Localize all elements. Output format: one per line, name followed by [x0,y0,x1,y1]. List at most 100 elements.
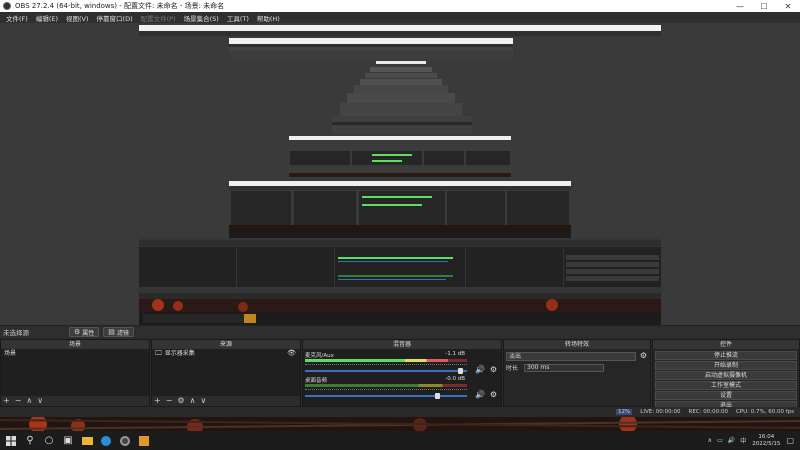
controls-buttons: 停止推流 开始录制 启动虚拟摄像机 工作室模式 设置 退出 [653,350,799,411]
edge-browser-icon[interactable] [98,433,114,449]
obs-taskbar-icon[interactable] [117,433,133,449]
scenes-dock-title: 场景 [1,340,149,349]
volume-slider[interactable] [305,393,467,399]
gear-icon: ⚙ [74,328,81,336]
windows-taskbar: ⚲ ○ ▣ ∧ ▭ 🔊 中 16:04 2022/5/15 ▢ [0,431,800,450]
start-virtual-camera-button[interactable]: 启动虚拟摄像机 [655,371,797,380]
channel-db: -0.0 dB [445,376,465,382]
menu-view[interactable]: 视图(V) [62,13,93,23]
menu-edit[interactable]: 编辑(E) [32,13,62,23]
start-recording-button[interactable]: 开始录制 [655,361,797,370]
volume-slider[interactable] [305,368,467,374]
volume-icon[interactable]: 🔊 [728,437,735,444]
audio-mixer-dock: 混音器 麦克风/Aux -1.1 dB 🔊 ⚙ 桌面音频 -0.0 dB 🔊 ⚙ [302,339,502,407]
window-title: OBS 27.2.4 (64-bit, windows) - 配置文件: 未命名… [15,2,225,10]
filter-icon: ▤ [108,328,115,336]
menu-file[interactable]: 文件(F) [2,13,32,23]
duration-label: 时长 [506,365,519,372]
mixer-channel-desktop: 桌面音频 -0.0 dB 🔊 ⚙ [305,376,499,406]
video-app-icon[interactable]: ▣ [60,433,76,449]
cpu-fps: CPU: 0.7%, 60.00 fps [735,409,794,415]
dropped-frames: 12% [616,409,633,415]
meter-ticks [305,389,467,393]
sources-dock-footer: + − ⚙ ∧ ∨ [152,396,300,406]
menu-bar: 文件(F) 编辑(E) 视图(V) 停靠窗口(D) 配置文件(P) 场景集合(S… [0,12,800,23]
volume-meter [305,384,467,387]
system-tray: ∧ ▭ 🔊 中 16:04 2022/5/15 ▢ [708,431,794,450]
network-icon[interactable]: ▭ [717,437,723,444]
status-bar: 12% LIVE: 00:00:00 REC: 00:00:00 CPU: 0.… [0,407,800,417]
move-down-icon[interactable]: ∨ [37,396,43,406]
controls-dock-title: 控件 [653,340,799,349]
transition-select[interactable]: 淡出 [506,352,636,361]
add-scene-button[interactable]: + [3,396,10,406]
studio-mode-button[interactable]: 工作室模式 [655,381,797,390]
speaker-icon[interactable]: 🔊 [475,365,485,374]
source-toolbar: 未选择源 ⚙ 属性 ▤ 滤镜 [0,325,800,338]
add-source-button[interactable]: + [154,396,161,406]
properties-button[interactable]: ⚙ 属性 [69,327,100,337]
move-down-icon[interactable]: ∨ [200,396,206,406]
gear-icon[interactable]: ⚙ [640,351,647,360]
channel-name: 麦克风/Aux [305,353,334,359]
obs-logo-icon [3,2,11,10]
mixer-channels: 麦克风/Aux -1.1 dB 🔊 ⚙ 桌面音频 -0.0 dB 🔊 ⚙ [303,349,501,406]
remove-source-button[interactable]: − [166,396,173,406]
file-explorer-icon[interactable] [79,433,95,449]
duration-row: 时长 300 ms [506,363,605,372]
preview-canvas[interactable] [0,23,800,325]
meter-ticks [305,364,467,368]
channel-db: -1.1 dB [445,351,465,357]
mixer-dock-title: 混音器 [303,340,501,349]
speaker-icon[interactable]: 🔊 [475,390,485,399]
stop-streaming-button[interactable]: 停止推流 [655,351,797,360]
transitions-dock-title: 转场特效 [504,340,650,349]
notification-icon[interactable]: ▢ [786,436,794,445]
menu-scene-collection[interactable]: 场景集合(S) [180,13,223,23]
duration-input[interactable]: 300 ms [524,363,605,372]
sources-dock: 来源 🖵 显示器采集 👁 + − ⚙ ∧ ∨ [151,339,301,407]
window-titlebar: OBS 27.2.4 (64-bit, windows) - 配置文件: 未命名… [0,0,800,12]
menu-help[interactable]: 帮助(H) [253,13,284,23]
visibility-eye-icon[interactable]: 👁 [287,349,296,358]
search-icon[interactable]: ⚲ [22,433,38,449]
monitor-icon: 🖵 [155,349,162,357]
gear-icon[interactable]: ⚙ [490,390,497,399]
source-settings-icon[interactable]: ⚙ [177,396,184,406]
source-item[interactable]: 🖵 显示器采集 👁 [152,349,300,358]
sources-list: 🖵 显示器采集 👁 [152,349,300,396]
scene-item[interactable]: 场景 [1,349,149,358]
app-orange-icon[interactable] [136,433,152,449]
chevron-up-icon[interactable]: ∧ [708,437,712,444]
settings-button[interactable]: 设置 [655,391,797,400]
volume-meter [305,359,467,362]
live-timer: LIVE: 00:00:00 [640,409,681,415]
move-up-icon[interactable]: ∧ [26,396,32,406]
channel-name: 桌面音频 [305,378,328,384]
remove-scene-button[interactable]: − [15,396,22,406]
minimize-button[interactable]: — [728,0,752,12]
gear-icon[interactable]: ⚙ [490,365,497,374]
wallpaper-strip [0,417,800,431]
task-view-icon[interactable]: ○ [41,433,57,449]
close-button[interactable]: ✕ [776,0,800,12]
input-language[interactable]: 中 [740,436,746,445]
move-up-icon[interactable]: ∧ [190,396,196,406]
rec-timer: REC: 00:00:00 [688,409,728,415]
clock-date: 2022/5/15 [752,440,781,447]
transitions-dock: 转场特效 淡出 ⚙ 时长 300 ms [503,339,651,407]
clock-time: 16:04 [758,433,775,440]
controls-dock: 控件 停止推流 开始录制 启动虚拟摄像机 工作室模式 设置 退出 [652,339,800,410]
recursive-capture-preview [139,25,661,325]
menu-profile[interactable]: 配置文件(P) [137,13,180,23]
filters-button[interactable]: ▤ 滤镜 [103,327,134,337]
menu-tools[interactable]: 工具(T) [223,13,253,23]
menu-docks[interactable]: 停靠窗口(D) [93,13,137,23]
windows-start-icon[interactable] [3,433,19,449]
scenes-dock-footer: + − ∧ ∨ [1,396,149,406]
scenes-dock: 场景 场景 + − ∧ ∨ [0,339,150,407]
maximize-button[interactable]: ☐ [752,0,776,12]
clock[interactable]: 16:04 2022/5/15 [752,434,780,448]
scenes-list: 场景 [1,349,149,396]
sources-dock-title: 来源 [152,340,300,349]
